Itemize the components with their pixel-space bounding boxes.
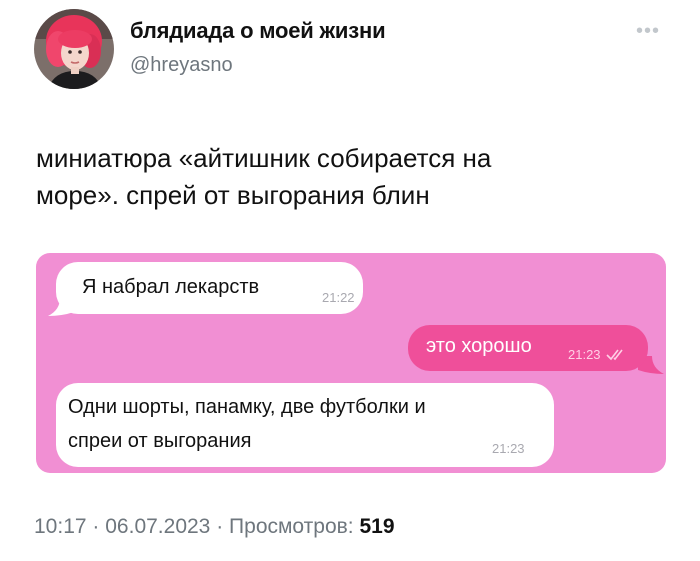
tweet-time[interactable]: 10:17: [34, 515, 87, 538]
message-time: 21:22: [322, 290, 355, 305]
tweet-text-line: миниатюра «айтишник собирается на: [36, 143, 492, 173]
avatar-photo: [34, 9, 114, 89]
handle[interactable]: @hreyasno: [130, 54, 233, 77]
message-time: 21:23: [568, 347, 601, 362]
tweet-text-line: море». спрей от выгорания блин: [36, 180, 430, 210]
message-text: это хорошо: [426, 335, 532, 357]
meta-separator: ·: [92, 515, 100, 538]
message-text: Я набрал лекарств: [82, 276, 260, 298]
message-time: 21:23: [492, 441, 525, 456]
chat-message-incoming: Я набрал лекарств 21:22: [56, 262, 363, 314]
display-name[interactable]: блядиада о моей жизни: [130, 18, 386, 44]
views-count[interactable]: 519: [359, 515, 394, 538]
chat-message-outgoing: это хорошо 21:23: [408, 325, 648, 371]
tweet-meta: 10:17 · 06.07.2023 · Просмотров: 519: [34, 515, 395, 539]
double-check-icon: [606, 349, 623, 361]
more-dots-icon[interactable]: •••: [636, 20, 660, 43]
tweet-text: миниатюра «айтишник собирается на море».…: [36, 140, 636, 214]
chat-message-incoming: Одни шорты, панамку, две футболки и спре…: [56, 383, 554, 467]
tweet-card: блядиада о моей жизни @hreyasno ••• мини…: [0, 0, 700, 561]
meta-separator: ·: [216, 515, 224, 538]
tweet-date[interactable]: 06.07.2023: [105, 515, 210, 538]
avatar[interactable]: [34, 9, 114, 89]
message-text: Одни шорты, панамку, две футболки и: [68, 396, 426, 418]
message-text: спреи от выгорания: [68, 430, 252, 452]
views-label: Просмотров:: [229, 515, 354, 538]
chat-screenshot: Я набрал лекарств 21:22 это хорошо 21:23…: [36, 253, 666, 473]
